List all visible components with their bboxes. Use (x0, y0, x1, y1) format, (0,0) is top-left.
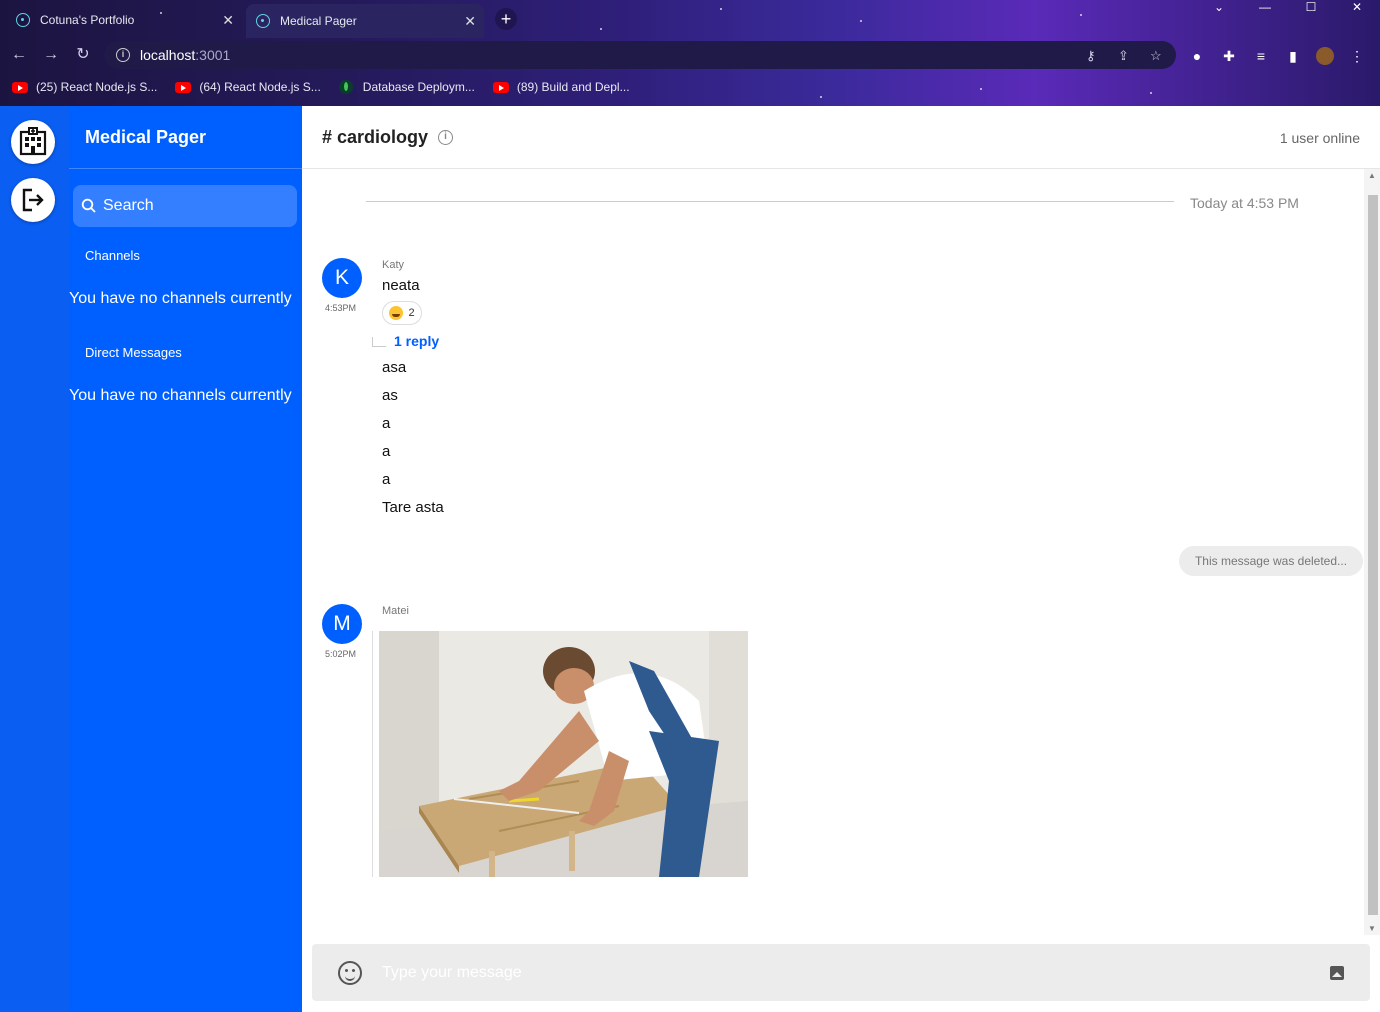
date-separator: Today at 4:53 PM (1190, 195, 1299, 211)
avatar[interactable]: M (322, 604, 362, 644)
search-input[interactable]: Search (73, 185, 297, 227)
youtube-icon (175, 81, 192, 93)
message-text[interactable]: neata (382, 277, 420, 294)
menu-kebab-icon[interactable]: ⋮ (1348, 47, 1366, 65)
profile-avatar[interactable] (1316, 47, 1334, 65)
deleted-message: This message was deleted... (1179, 546, 1363, 576)
url-host: localhost (140, 47, 196, 63)
youtube-icon (492, 81, 509, 93)
message-time: 4:53PM (325, 303, 357, 313)
app-title: Medical Pager (69, 106, 302, 169)
reaction-count: 2 (408, 307, 415, 319)
media-queue-icon[interactable]: ≡ (1252, 47, 1270, 65)
message-author: Matei (382, 605, 409, 617)
message-author: Katy (382, 259, 405, 271)
icon-bar (0, 106, 69, 1012)
extension-red-icon[interactable]: ● (1188, 47, 1206, 65)
bookmark-label: (89) Build and Depl... (516, 80, 630, 94)
browser-toolbar: ← → ↻ i localhost:3001 ⚷ ⇪ ☆ ● ✚ ≡ ▮ ⋮ (0, 38, 1380, 72)
message-composer (312, 944, 1370, 1001)
message-input[interactable] (382, 952, 1330, 993)
dm-empty-text: You have no channels currently (69, 387, 292, 404)
logout-icon (22, 188, 44, 212)
channel-view: # cardiology i 1 user online Today at 4:… (302, 106, 1380, 1012)
channels-empty-text: You have no channels currently (69, 290, 292, 307)
message-text[interactable]: asa (382, 359, 406, 376)
tab-medical-pager[interactable]: Medical Pager ✕ (246, 4, 484, 38)
reload-icon[interactable]: ↻ (72, 44, 94, 66)
maximize-icon[interactable]: ☐ (1288, 0, 1334, 14)
worker-photo (379, 631, 748, 877)
info-icon[interactable]: i (438, 129, 454, 145)
browser-chrome: Cotuna's Portfolio ✕ Medical Pager ✕ + ⌄… (0, 0, 1380, 106)
extensions-puzzle-icon[interactable]: ✚ (1220, 47, 1238, 65)
message-text[interactable]: as (382, 387, 398, 404)
direct-messages-heading[interactable]: Direct Messages (85, 345, 182, 360)
channel-name: # cardiology (322, 126, 429, 147)
message-list[interactable]: Today at 4:53 PM K 4:53PM Katy neata 2 1… (302, 169, 1366, 944)
close-icon[interactable]: ✕ (222, 12, 234, 29)
tab-search-icon[interactable]: ⌄ (1196, 0, 1242, 14)
image-upload-icon[interactable] (1330, 965, 1344, 980)
side-panel-icon[interactable]: ▮ (1284, 47, 1302, 65)
bookmark-item[interactable]: (25) React Node.js S... (12, 80, 157, 94)
bookmarks-bar: (25) React Node.js S... (64) React Node.… (0, 74, 1380, 100)
date-divider (366, 201, 1174, 202)
message-text[interactable]: a (382, 415, 390, 432)
channel-header: # cardiology i 1 user online (302, 106, 1380, 169)
react-icon (256, 14, 270, 28)
new-tab-button[interactable]: + (495, 8, 517, 30)
url-port: :3001 (195, 47, 231, 63)
emoji-picker-icon[interactable] (338, 960, 362, 985)
bookmark-label: (25) React Node.js S... (36, 80, 158, 94)
window-close-icon[interactable]: ✕ (1334, 0, 1380, 14)
scroll-up-icon[interactable]: ▲ (1368, 171, 1376, 180)
message-text[interactable]: a (382, 443, 390, 460)
bookmark-item[interactable]: Database Deploym... (338, 80, 475, 94)
thread-reply-link[interactable]: 1 reply (394, 333, 439, 349)
tab-title: Medical Pager (280, 14, 357, 28)
youtube-icon (12, 81, 28, 93)
reply-connector (372, 337, 386, 347)
logout-button[interactable] (11, 178, 55, 222)
address-bar[interactable]: i localhost:3001 ⚷ ⇪ ☆ (104, 41, 1176, 69)
bookmark-label: Database Deploym... (362, 80, 475, 94)
tab-cotunas-portfolio[interactable]: Cotuna's Portfolio ✕ (6, 4, 242, 36)
reaction-chip[interactable]: 2 (382, 301, 422, 325)
channels-heading[interactable]: Channels (85, 248, 140, 263)
image-attachment[interactable] (379, 631, 748, 877)
bookmark-item[interactable]: (89) Build and Depl... (492, 80, 630, 94)
mongodb-icon (338, 80, 353, 94)
bookmark-label: (64) React Node.js S... (199, 80, 321, 94)
attachment-border (372, 631, 373, 877)
react-icon (16, 13, 30, 27)
message-time: 5:02PM (325, 649, 357, 659)
bookmark-star-icon[interactable]: ☆ (1150, 48, 1162, 64)
tab-strip: Cotuna's Portfolio ✕ Medical Pager ✕ + ⌄… (0, 0, 1380, 38)
forward-icon[interactable]: → (40, 44, 62, 66)
minimize-icon[interactable]: — (1242, 0, 1288, 14)
hospital-icon (19, 127, 47, 156)
message-text[interactable]: Tare asta (382, 499, 444, 516)
key-icon[interactable]: ⚷ (1086, 48, 1096, 64)
share-icon[interactable]: ⇪ (1118, 48, 1129, 64)
online-count: 1 user online (1279, 130, 1360, 146)
app-root: Medical Pager Search Channels You have n… (0, 106, 1380, 1012)
scroll-thumb[interactable] (1368, 195, 1378, 915)
laughing-emoji-icon (389, 306, 404, 320)
close-icon[interactable]: ✕ (464, 13, 476, 30)
search-icon (81, 198, 96, 213)
message-text[interactable]: a (382, 471, 390, 488)
channel-sidebar: Medical Pager Search Channels You have n… (69, 106, 302, 1012)
search-label: Search (103, 197, 154, 214)
site-info-icon[interactable]: i (116, 48, 130, 62)
back-icon[interactable]: ← (8, 44, 30, 66)
hospital-logo-button[interactable] (11, 120, 55, 164)
tab-title: Cotuna's Portfolio (40, 13, 135, 27)
scrollbar[interactable]: ▲ ▼ (1364, 169, 1380, 935)
avatar[interactable]: K (322, 258, 362, 298)
bookmark-item[interactable]: (64) React Node.js S... (175, 80, 321, 94)
scroll-down-icon[interactable]: ▼ (1368, 924, 1376, 933)
